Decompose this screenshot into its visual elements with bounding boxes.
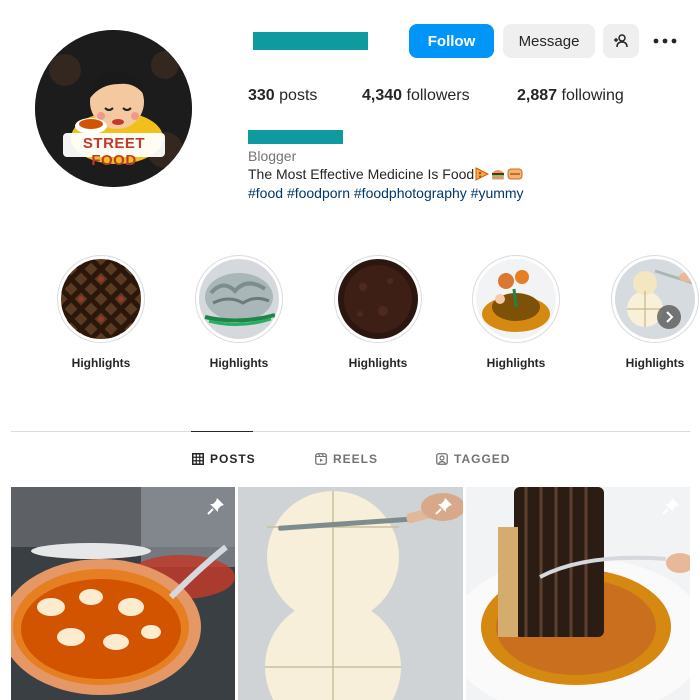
highlight-label: Highlights: [348, 356, 408, 370]
pizza-emoji-icon: [475, 167, 490, 181]
follow-button[interactable]: Follow: [409, 24, 494, 58]
pinned-post-icon: [662, 498, 679, 515]
highlight-ring: [57, 255, 145, 343]
highlight-label: Highlights: [486, 356, 546, 370]
highlight-ring: [472, 255, 560, 343]
highlights-next-button[interactable]: [657, 305, 681, 329]
tab-label: REELS: [333, 452, 379, 466]
reels-icon: [315, 453, 327, 465]
chevron-right-icon: [666, 311, 674, 323]
avatar-logo-text: STREET FOOD: [82, 135, 146, 169]
highlight-cover: [476, 259, 556, 339]
more-icon: [653, 38, 677, 44]
stat-following[interactable]: 2,887 following: [517, 87, 624, 105]
posts-label: posts: [279, 87, 318, 104]
highlight-ring: [195, 255, 283, 343]
hashtag-link[interactable]: #foodporn: [287, 185, 350, 201]
highlight-label: Highlights: [625, 356, 685, 370]
post-thumbnail-dough[interactable]: [238, 487, 463, 700]
bio-text: The Most Effective Medicine Is Food: [248, 166, 475, 182]
burger-emoji-icon: [490, 167, 506, 181]
following-count: 2,887: [517, 87, 558, 104]
active-tab-indicator: [191, 431, 253, 432]
profile-hashtags: #food #foodporn #foodphotography #yummy: [248, 185, 524, 201]
message-button[interactable]: Message: [503, 24, 595, 58]
display-name-redacted: [248, 130, 343, 144]
posts-count: 330: [248, 87, 275, 104]
tabs-divider: [11, 431, 690, 432]
highlight-ring: [334, 255, 422, 343]
tagged-icon: [436, 453, 448, 465]
hashtag-link[interactable]: #foodphotography: [354, 185, 467, 201]
followers-label: followers: [406, 87, 470, 104]
sandwich-emoji-icon: [507, 167, 523, 181]
pinned-post-icon: [435, 498, 452, 515]
pinned-post-icon: [207, 498, 224, 515]
grid-icon: [192, 453, 204, 465]
hashtag-link[interactable]: #food: [248, 185, 283, 201]
highlight-label: Highlights: [209, 356, 269, 370]
story-highlight[interactable]: Highlights: [333, 255, 423, 370]
hashtag-link[interactable]: #yummy: [471, 185, 524, 201]
highlight-label: Highlights: [71, 356, 131, 370]
profile-bio: The Most Effective Medicine Is Food: [248, 166, 523, 182]
story-highlight[interactable]: Highlights: [610, 255, 700, 370]
story-highlight[interactable]: Highlights: [471, 255, 561, 370]
highlight-cover: [61, 259, 141, 339]
following-label: following: [561, 87, 624, 104]
tab-label: TAGGED: [454, 452, 511, 466]
story-highlight[interactable]: Highlights: [56, 255, 146, 370]
profile-avatar[interactable]: STREET FOOD: [35, 30, 192, 187]
tab-posts[interactable]: POSTS: [192, 452, 256, 466]
stat-followers[interactable]: 4,340 followers: [362, 87, 470, 105]
story-highlight[interactable]: Highlights: [194, 255, 284, 370]
username-redacted: [253, 32, 368, 50]
highlight-ring: [611, 255, 699, 343]
post-thumbnail-dessert[interactable]: [466, 487, 690, 700]
more-options-button[interactable]: [648, 26, 682, 56]
highlight-cover: [615, 259, 695, 339]
profile-category: Blogger: [248, 148, 297, 164]
stat-posts: 330 posts: [248, 87, 317, 105]
tab-label: POSTS: [210, 452, 256, 466]
followers-count: 4,340: [362, 87, 403, 104]
tab-tagged[interactable]: TAGGED: [436, 452, 510, 466]
add-user-icon: [614, 34, 628, 48]
post-thumbnail-pizza[interactable]: [11, 487, 235, 700]
highlight-cover: [199, 259, 279, 339]
highlight-cover: [338, 259, 418, 339]
tab-reels[interactable]: REELS: [315, 452, 378, 466]
suggest-user-button[interactable]: [603, 24, 639, 58]
